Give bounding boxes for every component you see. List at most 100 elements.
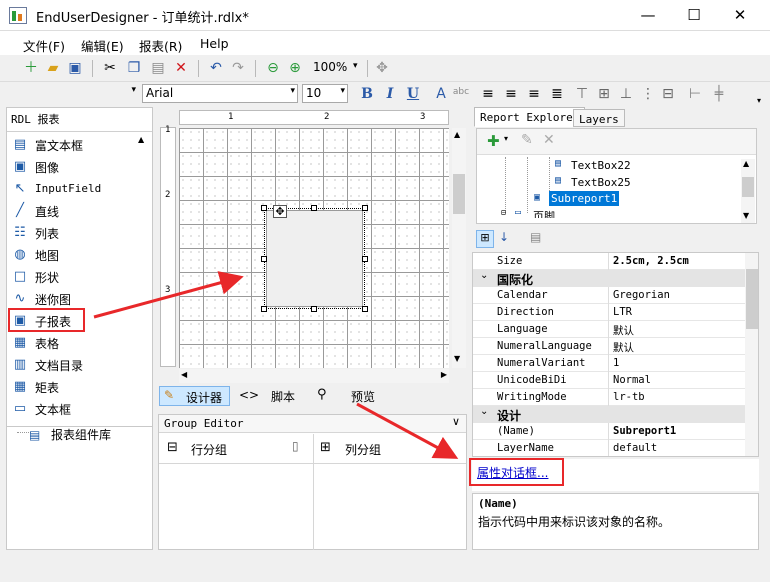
redo-icon[interactable]: ↷ bbox=[229, 59, 247, 77]
scroll-thumb[interactable] bbox=[746, 269, 758, 329]
toolbox-item[interactable]: ▤ 富文本框 bbox=[12, 135, 138, 155]
collapse-icon[interactable]: ⌄ bbox=[480, 270, 488, 281]
menu-file[interactable]: 文件(F) bbox=[23, 36, 65, 55]
property-value[interactable]: default bbox=[613, 442, 657, 454]
undo-icon[interactable]: ↶ bbox=[207, 59, 225, 77]
copy-icon[interactable]: ❐ bbox=[125, 59, 143, 77]
spellcheck-icon[interactable]: abc bbox=[452, 83, 470, 101]
scroll-up-icon[interactable]: ▲ bbox=[743, 159, 749, 168]
property-row[interactable]: Direction LTR bbox=[473, 304, 745, 321]
tab-designer[interactable]: ✎ 设计器 bbox=[159, 386, 230, 406]
minimize-button[interactable]: — bbox=[638, 6, 658, 24]
scroll-up-icon[interactable]: ▲ bbox=[138, 135, 144, 144]
add-icon[interactable]: ✚ bbox=[487, 132, 500, 150]
menu-report[interactable]: 报表(R) bbox=[139, 36, 182, 55]
zoom-level[interactable]: 100% bbox=[313, 60, 347, 74]
tree-item-textbox25[interactable]: TextBox25 bbox=[571, 176, 631, 189]
sort-alpha-icon[interactable]: ↓ bbox=[499, 230, 509, 244]
scroll-down-icon[interactable]: ▼ bbox=[743, 211, 749, 220]
font-size-combo[interactable]: 10 ▾ bbox=[302, 84, 348, 103]
property-value[interactable]: 1 bbox=[613, 357, 619, 369]
toolbox-item[interactable]: ▣ 图像 bbox=[12, 157, 138, 177]
toolbox-item[interactable]: ╱ 直线 bbox=[12, 201, 138, 221]
align-centers-icon[interactable]: ╪ bbox=[710, 85, 728, 103]
property-value[interactable]: Subreport1 bbox=[613, 425, 676, 437]
tree-item-subreport1[interactable]: Subreport1 bbox=[549, 191, 620, 206]
property-value[interactable]: Gregorian bbox=[613, 289, 670, 301]
property-row[interactable]: NumeralLanguage 默认 bbox=[473, 338, 745, 355]
property-row[interactable]: UnicodeBiDi Normal bbox=[473, 372, 745, 389]
bold-button[interactable]: B bbox=[358, 85, 376, 103]
align-left-edges-icon[interactable]: ⊢ bbox=[686, 85, 704, 103]
property-value[interactable]: 2.5cm, 2.5cm bbox=[613, 255, 689, 267]
property-scrollbar[interactable] bbox=[745, 253, 758, 456]
resize-handle[interactable] bbox=[311, 306, 317, 312]
chevron-down-icon[interactable]: ▾ bbox=[504, 134, 508, 143]
property-pages-icon[interactable]: ▤ bbox=[530, 230, 541, 244]
toolbox-scrollbar[interactable]: ▲ bbox=[136, 132, 150, 434]
menu-help[interactable]: Help bbox=[200, 36, 229, 51]
edit-icon[interactable]: ✎ bbox=[521, 132, 533, 148]
toolbox-item[interactable]: ▥ 文档目录 bbox=[12, 355, 138, 375]
collapse-icon[interactable]: ∨ bbox=[452, 415, 460, 428]
align-center-icon[interactable]: ≡ bbox=[502, 85, 520, 103]
align-middle-icon[interactable]: ⊞ bbox=[595, 85, 613, 103]
tab-script[interactable]: <> 脚本 bbox=[239, 386, 301, 406]
tab-preview[interactable]: ⚲ 预览 bbox=[317, 386, 379, 406]
property-value[interactable]: 默认 bbox=[613, 323, 634, 338]
maximize-button[interactable]: ☐ bbox=[684, 6, 704, 24]
grid-icon[interactable]: ⊟ bbox=[659, 85, 677, 103]
delete-icon[interactable]: ✕ bbox=[543, 132, 555, 148]
property-row[interactable]: (Name) Subreport1 bbox=[473, 423, 745, 440]
property-category[interactable]: ⌄ 设计 bbox=[473, 406, 745, 423]
resize-handle[interactable] bbox=[362, 205, 368, 211]
scroll-up-icon[interactable]: ▲ bbox=[454, 130, 460, 139]
open-folder-icon[interactable]: ▰ bbox=[44, 59, 62, 77]
property-value[interactable]: LTR bbox=[613, 306, 632, 318]
tree-item-footer[interactable]: 页脚 bbox=[533, 208, 555, 218]
property-row[interactable]: NumeralVariant 1 bbox=[473, 355, 745, 372]
toolbox-item[interactable]: ▭ 文本框 bbox=[12, 399, 138, 419]
property-row[interactable]: Language 默认 bbox=[473, 321, 745, 338]
move-icon[interactable]: ✥ bbox=[373, 59, 391, 77]
toolbox-item[interactable]: ↖ InputField bbox=[12, 179, 138, 199]
toolbox-item[interactable]: ▦ 矩表 bbox=[12, 377, 138, 397]
resize-handle[interactable] bbox=[261, 205, 267, 211]
scroll-left-icon[interactable]: ◀ bbox=[181, 370, 187, 379]
resize-handle[interactable] bbox=[261, 256, 267, 262]
align-right-icon[interactable]: ≡ bbox=[525, 85, 543, 103]
canvas-horizontal-scrollbar[interactable]: ◀ ▶ bbox=[179, 369, 449, 383]
paste-icon[interactable]: ▤ bbox=[149, 59, 167, 77]
justify-icon[interactable]: ≣ bbox=[548, 85, 566, 103]
underline-button[interactable]: U bbox=[404, 85, 422, 103]
component-library-item[interactable]: 报表组件库 bbox=[51, 426, 111, 443]
tab-layers[interactable]: Layers bbox=[573, 109, 625, 127]
zoom-in-icon[interactable]: ⊕ bbox=[286, 59, 304, 77]
property-value[interactable]: lr-tb bbox=[613, 391, 645, 403]
resize-handle[interactable] bbox=[311, 205, 317, 211]
align-top-icon[interactable]: ⊤ bbox=[573, 85, 591, 103]
collapse-icon[interactable]: ⌄ bbox=[480, 406, 488, 417]
scroll-thumb[interactable] bbox=[453, 174, 465, 214]
font-color-icon[interactable]: A bbox=[432, 85, 450, 103]
toolbox-item[interactable]: □ 形状 bbox=[12, 267, 138, 287]
menu-edit[interactable]: 编辑(E) bbox=[81, 36, 124, 55]
zoom-dropdown-arrow[interactable]: ▾ bbox=[353, 61, 358, 71]
new-icon[interactable]: ＋ bbox=[22, 59, 40, 77]
categorized-icon[interactable]: ⊞ bbox=[476, 230, 494, 248]
font-name-combo[interactable]: Arial ▾ bbox=[142, 84, 298, 103]
toolbox-item[interactable]: ∿ 迷你图 bbox=[12, 289, 138, 309]
toolbox-item[interactable]: ◍ 地图 bbox=[12, 245, 138, 265]
row-groups-menu-icon[interactable]: ▯ bbox=[292, 439, 299, 453]
move-handle-icon[interactable]: ✥ bbox=[273, 205, 287, 218]
tree-item-textbox22[interactable]: TextBox22 bbox=[571, 159, 631, 172]
zoom-out-icon[interactable]: ⊖ bbox=[264, 59, 282, 77]
resize-handle[interactable] bbox=[362, 256, 368, 262]
italic-button[interactable]: I bbox=[381, 85, 399, 103]
property-row[interactable]: Calendar Gregorian bbox=[473, 287, 745, 304]
resize-handle[interactable] bbox=[362, 306, 368, 312]
save-icon[interactable]: ▣ bbox=[66, 59, 84, 77]
scroll-right-icon[interactable]: ▶ bbox=[441, 370, 447, 379]
align-bottom-icon[interactable]: ⊥ bbox=[617, 85, 635, 103]
property-row[interactable]: LayerName default bbox=[473, 440, 745, 456]
